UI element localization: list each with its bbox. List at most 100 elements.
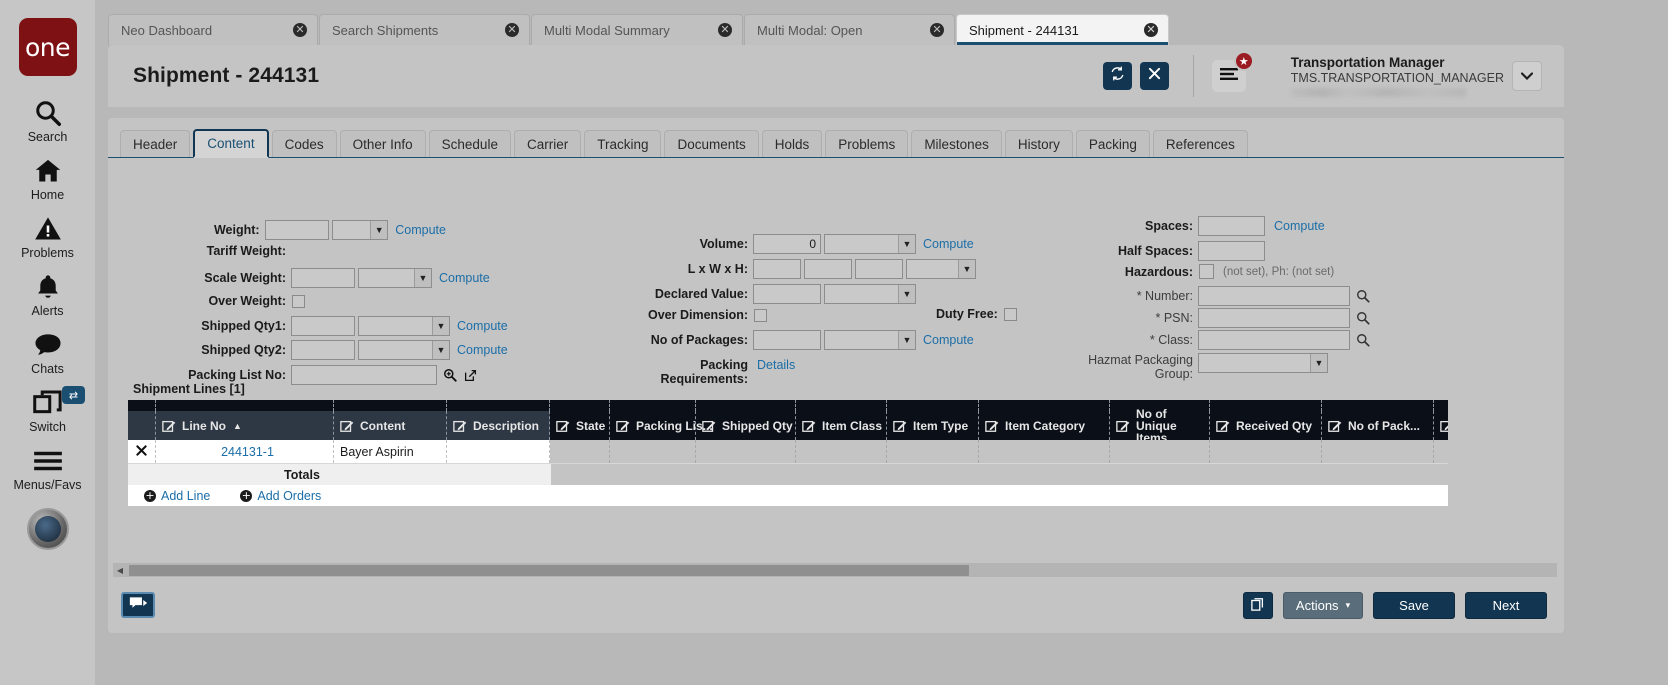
volume-input[interactable] [753,234,821,254]
magnifier-icon[interactable] [1356,311,1370,325]
packing-requirements-details-link[interactable]: Details [757,358,795,372]
hazmat-number-input[interactable] [1198,286,1350,306]
user-menu-button[interactable] [1512,61,1542,91]
cell-line-no[interactable]: 244131-1 [156,440,334,463]
no-of-packages-compute-link[interactable]: Compute [923,333,974,347]
line-no-link[interactable]: 244131-1 [221,445,274,459]
tab-problems[interactable]: Problems [825,130,908,157]
close-icon[interactable]: ✕ [1144,23,1158,37]
avatar[interactable] [27,508,69,550]
tab-tracking[interactable]: Tracking [584,130,661,157]
sidebar-item-alerts[interactable]: Alerts [0,272,95,318]
chat-button[interactable] [121,592,155,618]
no-of-packages-uom-select[interactable]: ▼ [824,330,916,350]
browser-tab-multi-modal-open[interactable]: Multi Modal: Open ✕ [744,14,955,45]
close-icon[interactable]: ✕ [505,23,519,37]
column-header-v[interactable]: V [1434,411,1448,440]
column-header-no-of-packages[interactable]: No of Pack... [1322,411,1434,440]
column-header-item-category[interactable]: Item Category [979,411,1110,440]
weight-compute-link[interactable]: Compute [395,223,446,237]
tab-other-info[interactable]: Other Info [340,130,426,157]
sidebar-item-problems[interactable]: Problems [0,214,95,260]
close-page-button[interactable] [1140,62,1169,90]
column-header-received-qty[interactable]: Received Qty [1210,411,1322,440]
shipped-qty2-compute-link[interactable]: Compute [457,343,508,357]
user-info[interactable]: Transportation Manager TMS.TRANSPORTATIO… [1291,55,1504,97]
scale-weight-uom-select[interactable]: ▼ [358,268,432,288]
tab-carrier[interactable]: Carrier [514,130,581,157]
magnifier-icon[interactable] [1356,289,1370,303]
switch-badge-icon[interactable]: ⇄ [62,386,85,404]
column-header-description[interactable]: Description [447,411,550,440]
close-icon[interactable]: ✕ [930,23,944,37]
shipped-qty1-input[interactable] [291,316,355,336]
sidebar-item-search[interactable]: Search [0,98,95,144]
shipped-qty2-input[interactable] [291,340,355,360]
sidebar-item-switch[interactable]: ⇄ Switch [0,388,95,434]
refresh-button[interactable] [1103,62,1132,90]
declared-value-input[interactable] [753,284,821,304]
browser-tab-search-shipments[interactable]: Search Shipments ✕ [319,14,530,45]
volume-uom-select[interactable]: ▼ [824,234,916,254]
next-button[interactable]: Next [1465,592,1547,619]
actions-button[interactable]: Actions ▾ [1283,592,1363,619]
volume-compute-link[interactable]: Compute [923,237,974,251]
tab-history[interactable]: History [1005,130,1073,157]
tab-packing[interactable]: Packing [1076,130,1150,157]
duty-free-checkbox[interactable] [1004,308,1017,321]
header-menu-button[interactable]: ★ [1212,60,1246,92]
column-header-content[interactable]: Content [334,411,447,440]
over-weight-checkbox[interactable] [292,295,305,308]
weight-input[interactable] [265,220,329,240]
column-header-packing-list[interactable]: Packing Lis... [610,411,696,440]
delete-row-button[interactable] [128,440,156,463]
scrollbar-thumb[interactable] [129,565,969,576]
scale-weight-input[interactable] [291,268,355,288]
hazmat-class-input[interactable] [1198,330,1350,350]
hazardous-checkbox[interactable] [1199,264,1214,279]
browser-tab-shipment-244131[interactable]: Shipment - 244131 ✕ [956,14,1169,45]
tab-schedule[interactable]: Schedule [429,130,511,157]
add-line-button[interactable]: + Add Line [144,489,210,503]
shipped-qty1-compute-link[interactable]: Compute [457,319,508,333]
width-input[interactable] [804,259,852,279]
declared-value-currency-select[interactable]: ▼ [824,284,916,304]
browser-tab-multi-modal-summary[interactable]: Multi Modal Summary ✕ [531,14,743,45]
half-spaces-input[interactable] [1198,241,1265,261]
column-header-item-class[interactable]: Item Class [796,411,887,440]
table-row[interactable]: 244131-1 Bayer Aspirin [128,440,1448,463]
tab-header[interactable]: Header [120,130,190,157]
spaces-compute-link[interactable]: Compute [1274,219,1325,233]
sidebar-item-menus-favs[interactable]: Menus/Favs [0,446,95,492]
over-dimension-checkbox[interactable] [754,309,767,322]
shipped-qty2-uom-select[interactable]: ▼ [358,340,450,360]
length-input[interactable] [753,259,801,279]
tab-references[interactable]: References [1153,130,1248,157]
column-header-state[interactable]: State [550,411,610,440]
tab-codes[interactable]: Codes [272,130,337,157]
weight-uom-select[interactable]: ▼ [332,220,389,240]
browser-tab-neo-dashboard[interactable]: Neo Dashboard ✕ [108,14,318,45]
packing-list-no-input[interactable] [291,365,437,385]
close-icon[interactable]: ✕ [718,23,732,37]
magnifier-icon[interactable] [443,368,457,382]
magnifier-icon[interactable] [1356,333,1370,347]
tab-content[interactable]: Content [193,129,268,158]
column-header-shipped-qty[interactable]: Shipped Qty [696,411,796,440]
tab-documents[interactable]: Documents [664,130,758,157]
tab-milestones[interactable]: Milestones [911,130,1002,157]
horizontal-scrollbar[interactable]: ◀ [113,563,1557,577]
app-logo[interactable]: one [19,18,77,76]
spaces-input[interactable] [1198,216,1265,236]
add-orders-button[interactable]: + Add Orders [240,489,321,503]
height-input[interactable] [855,259,903,279]
open-external-icon[interactable] [464,369,477,382]
close-icon[interactable]: ✕ [293,23,307,37]
column-header-item-type[interactable]: Item Type [887,411,979,440]
sidebar-item-chats[interactable]: Chats [0,330,95,376]
lwh-uom-select[interactable]: ▼ [906,259,976,279]
column-header-line-no[interactable]: Line No ▲ [156,411,334,440]
scroll-left-arrow-icon[interactable]: ◀ [113,566,127,575]
sidebar-item-home[interactable]: Home [0,156,95,202]
shipped-qty1-uom-select[interactable]: ▼ [358,316,450,336]
